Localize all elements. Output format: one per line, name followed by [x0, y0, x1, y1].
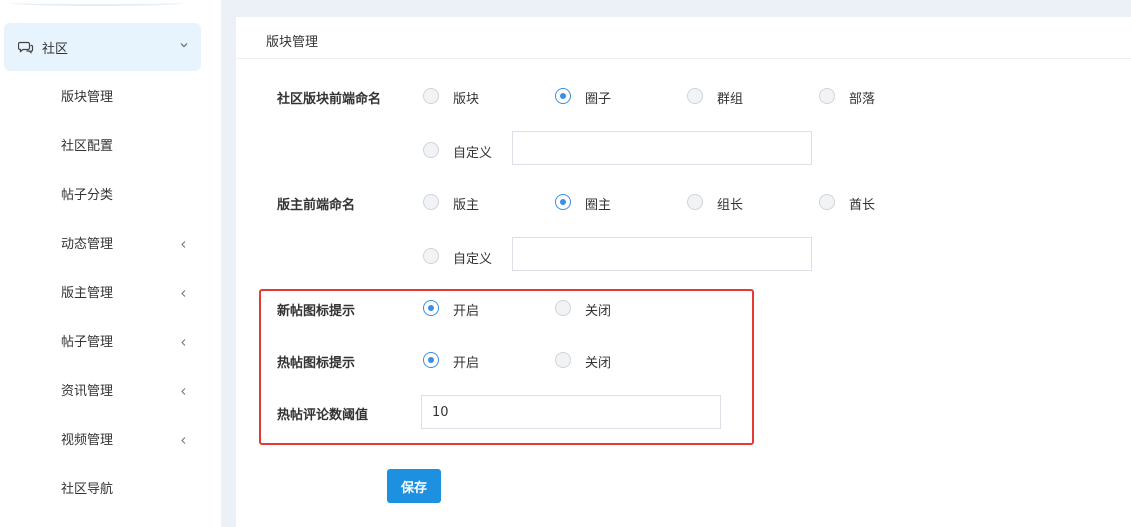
sidebar-item-post-category[interactable]: 帖子分类: [0, 169, 221, 218]
sidebar-item-label: 社区导航: [61, 482, 114, 497]
block-naming-option-label: 圈子: [585, 92, 612, 107]
panel-title: 版块管理: [266, 35, 319, 50]
hot-post-icon-radio-on[interactable]: [423, 352, 439, 368]
moderator-naming-option-label: 版主: [453, 198, 480, 213]
moderator-naming-custom-input[interactable]: [512, 237, 812, 271]
sidebar-item-label: 资讯管理: [61, 384, 114, 399]
moderator-naming-radio-2[interactable]: [555, 194, 571, 210]
hot-post-threshold-label: 热帖评论数阈值: [277, 408, 369, 423]
moderator-naming-option-label: 圈主: [585, 198, 612, 213]
top-strip: [236, 0, 1131, 17]
moderator-naming-option-label: 酋长: [849, 198, 876, 213]
sidebar-item-label: 版块管理: [61, 90, 114, 105]
sidebar-item-community-nav[interactable]: 社区导航: [0, 463, 221, 512]
sidebar-item-community[interactable]: 社区: [4, 23, 201, 71]
block-naming-option-label: 部落: [849, 92, 876, 107]
chevron-left-icon: [179, 434, 188, 444]
panel-divider: [236, 58, 1131, 59]
sidebar-item-label: 视频管理: [61, 433, 114, 448]
sidebar-item-label: 帖子分类: [61, 188, 114, 203]
new-post-icon-radio-on[interactable]: [423, 300, 439, 316]
block-naming-option-label: 群组: [717, 92, 744, 107]
sidebar-item-label: 社区: [42, 41, 69, 57]
sidebar-item-community-config[interactable]: 社区配置: [0, 120, 221, 169]
new-post-icon-option-label: 关闭: [585, 304, 612, 319]
moderator-naming-label: 版主前端命名: [277, 198, 356, 213]
moderator-naming-radio-4[interactable]: [819, 194, 835, 210]
sidebar-item-label: 社区配置: [61, 139, 114, 154]
moderator-naming-radio-3[interactable]: [687, 194, 703, 210]
block-naming-label: 社区版块前端命名: [277, 92, 382, 107]
chevron-left-icon: [179, 238, 188, 248]
block-naming-custom-label: 自定义: [453, 146, 493, 161]
block-naming-radio-custom[interactable]: [423, 142, 439, 158]
moderator-naming-radio-custom[interactable]: [423, 248, 439, 264]
new-post-icon-option-label: 开启: [453, 304, 480, 319]
sidebar-item-news-management[interactable]: 资讯管理: [0, 365, 221, 414]
block-naming-option-label: 版块: [453, 92, 480, 107]
new-post-icon-label: 新帖图标提示: [277, 304, 356, 319]
sidebar: 社区 版块管理 社区配置 帖子分类 动态管理 版主管理 帖子管理 资讯管理 视频…: [0, 0, 221, 527]
moderator-naming-option-label: 组长: [717, 198, 744, 213]
chevron-left-icon: [179, 287, 188, 297]
block-naming-radio-3[interactable]: [687, 88, 703, 104]
moderator-naming-custom-label: 自定义: [453, 252, 493, 267]
new-post-icon-radio-off[interactable]: [555, 300, 571, 316]
sidebar-item-moderator-management[interactable]: 版主管理: [0, 267, 221, 316]
sidebar-item-label: 版主管理: [61, 286, 114, 301]
sidebar-item-label: 动态管理: [61, 237, 114, 252]
chevron-left-icon: [179, 385, 188, 395]
block-naming-radio-1[interactable]: [423, 88, 439, 104]
hot-post-icon-option-label: 开启: [453, 356, 480, 371]
sidebar-item-video-management[interactable]: 视频管理: [0, 414, 221, 463]
chevron-down-icon: [179, 39, 189, 49]
save-button[interactable]: 保存: [387, 469, 441, 503]
sidebar-top-divider: [10, 0, 185, 6]
chat-bubbles-icon: [18, 39, 34, 55]
sidebar-item-feed-management[interactable]: 动态管理: [0, 218, 221, 267]
layout-gutter: [221, 0, 236, 527]
block-naming-radio-4[interactable]: [819, 88, 835, 104]
hot-post-threshold-input[interactable]: 10: [421, 395, 721, 429]
sidebar-item-label: 帖子管理: [61, 335, 114, 350]
block-naming-radio-2[interactable]: [555, 88, 571, 104]
hot-post-icon-radio-off[interactable]: [555, 352, 571, 368]
hot-post-icon-option-label: 关闭: [585, 356, 612, 371]
moderator-naming-radio-1[interactable]: [423, 194, 439, 210]
settings-panel: 版块管理 社区版块前端命名 版块 圈子 群组 部落 自定义 版主前端命名 版主 …: [236, 17, 1131, 527]
sidebar-item-block-management[interactable]: 版块管理: [0, 71, 221, 120]
chevron-left-icon: [179, 336, 188, 346]
block-naming-custom-input[interactable]: [512, 131, 812, 165]
hot-post-icon-label: 热帖图标提示: [277, 356, 356, 371]
sidebar-item-post-management[interactable]: 帖子管理: [0, 316, 221, 365]
